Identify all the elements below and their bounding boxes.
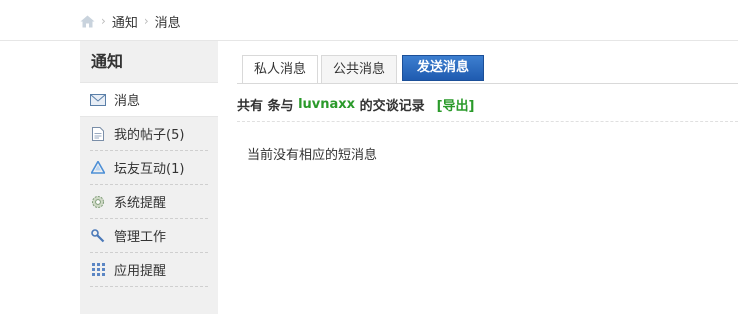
envelope-icon bbox=[90, 92, 106, 108]
sidebar-item-my-posts[interactable]: 我的帖子(5) bbox=[90, 117, 208, 151]
username-link[interactable]: luvnaxx bbox=[298, 97, 355, 112]
sidebar-title: 通知 bbox=[91, 52, 124, 71]
breadcrumb: › 通知 › 消息 bbox=[80, 12, 181, 31]
message-tabs: 私人消息 公共消息 发送消息 bbox=[242, 55, 485, 84]
summary-suffix: 的交谈记录 bbox=[355, 99, 425, 114]
tab-public-messages[interactable]: 公共消息 bbox=[321, 55, 398, 83]
main-content: 私人消息 公共消息 发送消息 共有 条与 luvnaxx 的交谈记录 [导出] … bbox=[237, 41, 738, 314]
send-message-button[interactable]: 发送消息 bbox=[402, 55, 485, 81]
export-link[interactable]: [导出] bbox=[437, 95, 475, 114]
empty-state-message: 当前没有相应的短消息 bbox=[247, 148, 378, 163]
tab-private-messages[interactable]: 私人消息 bbox=[242, 55, 319, 84]
sidebar-item-system-alerts[interactable]: 系统提醒 bbox=[90, 185, 208, 219]
sidebar-item-management[interactable]: 管理工作 bbox=[90, 219, 208, 253]
home-icon[interactable] bbox=[80, 15, 95, 28]
document-icon bbox=[90, 126, 106, 142]
sidebar-item-label: 系统提醒 bbox=[114, 196, 167, 211]
recycle-icon bbox=[90, 160, 106, 176]
sidebar-item-label: 管理工作 bbox=[114, 230, 167, 245]
sidebar-item-label: 坛友互动(1) bbox=[114, 162, 185, 177]
sidebar-item-label: 我的帖子(5) bbox=[114, 128, 185, 143]
breadcrumb-separator: › bbox=[143, 14, 149, 28]
summary-divider bbox=[237, 121, 738, 122]
breadcrumb-messages[interactable]: 消息 bbox=[155, 12, 181, 31]
sidebar: 通知 消息 我的帖子(5) 坛友互动(1) 系统提醒 管理工作 应用提醒 bbox=[80, 41, 218, 314]
sidebar-item-interactions[interactable]: 坛友互动(1) bbox=[90, 151, 208, 185]
breadcrumb-notifications[interactable]: 通知 bbox=[112, 12, 138, 31]
gear-icon bbox=[90, 194, 106, 210]
breadcrumb-separator: › bbox=[101, 14, 106, 28]
tabs-divider bbox=[237, 83, 738, 84]
summary-prefix: 共有 条与 bbox=[237, 99, 299, 114]
sidebar-item-messages[interactable]: 消息 bbox=[80, 82, 218, 117]
tools-icon bbox=[90, 228, 106, 244]
sidebar-item-label: 应用提醒 bbox=[114, 264, 167, 279]
sidebar-item-app-alerts[interactable]: 应用提醒 bbox=[90, 253, 208, 287]
sidebar-item-label: 消息 bbox=[114, 94, 141, 109]
conversation-summary: 共有 条与 luvnaxx 的交谈记录 [导出] bbox=[237, 95, 474, 114]
grid-icon bbox=[90, 262, 106, 278]
